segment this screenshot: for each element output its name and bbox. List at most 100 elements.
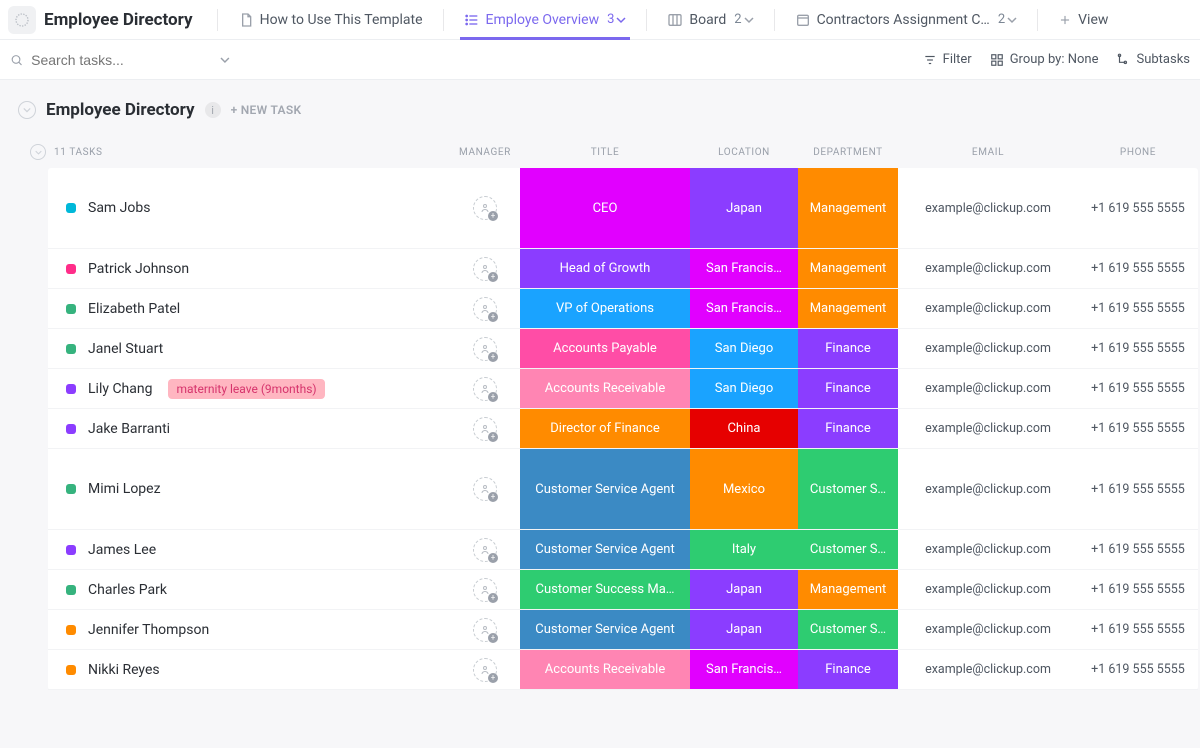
cell-email[interactable]: example@clickup.com — [898, 329, 1078, 368]
cell-location[interactable]: San Francis… — [690, 289, 798, 328]
table-row[interactable]: James Lee Customer Service Agent Italy C… — [48, 530, 1198, 570]
cell-location[interactable]: Mexico — [690, 449, 798, 529]
cell-name[interactable]: Mimi Lopez — [48, 449, 450, 529]
col-phone[interactable]: PHONE — [1078, 147, 1198, 158]
cell-title[interactable]: Customer Service Agent — [520, 449, 690, 529]
subtasks-button[interactable]: Subtasks — [1116, 52, 1190, 67]
cell-department[interactable]: Finance — [798, 369, 898, 408]
cell-name[interactable]: Elizabeth Patel — [48, 289, 450, 328]
cell-phone[interactable]: +1 619 555 5555 — [1078, 530, 1198, 569]
col-email[interactable]: EMAIL — [898, 147, 1078, 158]
cell-phone[interactable]: +1 619 555 5555 — [1078, 289, 1198, 328]
cell-email[interactable]: example@clickup.com — [898, 449, 1078, 529]
cell-name[interactable]: Sam Jobs — [48, 168, 450, 248]
cell-title[interactable]: Accounts Receivable — [520, 369, 690, 408]
cell-manager[interactable] — [450, 610, 520, 649]
cell-department[interactable]: Customer S… — [798, 610, 898, 649]
assign-manager-icon[interactable] — [473, 337, 497, 361]
assign-manager-icon[interactable] — [473, 578, 497, 602]
col-manager[interactable]: MANAGER — [450, 147, 520, 158]
assign-manager-icon[interactable] — [473, 377, 497, 401]
cell-department[interactable]: Management — [798, 289, 898, 328]
tab-employee-overview[interactable]: Employe Overview 3 — [454, 0, 637, 40]
search-input[interactable] — [31, 52, 212, 68]
assign-manager-icon[interactable] — [473, 658, 497, 682]
cell-email[interactable]: example@clickup.com — [898, 289, 1078, 328]
cell-title[interactable]: VP of Operations — [520, 289, 690, 328]
cell-title[interactable]: CEO — [520, 168, 690, 248]
assign-manager-icon[interactable] — [473, 618, 497, 642]
collapse-toggle[interactable] — [18, 101, 36, 119]
assign-manager-icon[interactable] — [473, 297, 497, 321]
cell-phone[interactable]: +1 619 555 5555 — [1078, 369, 1198, 408]
cell-email[interactable]: example@clickup.com — [898, 168, 1078, 248]
cell-location[interactable]: San Diego — [690, 329, 798, 368]
cell-location[interactable]: San Francis… — [690, 249, 798, 288]
chevron-down-icon[interactable] — [220, 54, 230, 66]
cell-phone[interactable]: +1 619 555 5555 — [1078, 570, 1198, 609]
cell-department[interactable]: Finance — [798, 409, 898, 448]
cell-location[interactable]: Japan — [690, 168, 798, 248]
col-department[interactable]: DEPARTMENT — [798, 147, 898, 158]
cell-location[interactable]: Japan — [690, 610, 798, 649]
cell-name[interactable]: Jake Barranti — [48, 409, 450, 448]
new-task-button[interactable]: + NEW TASK — [231, 103, 302, 117]
cell-name[interactable]: Charles Park — [48, 570, 450, 609]
expand-all-toggle[interactable] — [30, 144, 46, 160]
cell-department[interactable]: Customer S… — [798, 530, 898, 569]
cell-manager[interactable] — [450, 369, 520, 408]
cell-location[interactable]: China — [690, 409, 798, 448]
cell-manager[interactable] — [450, 329, 520, 368]
cell-manager[interactable] — [450, 289, 520, 328]
cell-title[interactable]: Director of Finance — [520, 409, 690, 448]
cell-department[interactable]: Management — [798, 249, 898, 288]
cell-manager[interactable] — [450, 168, 520, 248]
cell-title[interactable]: Customer Success Ma… — [520, 570, 690, 609]
cell-title[interactable]: Customer Service Agent — [520, 610, 690, 649]
col-title[interactable]: TITLE — [520, 147, 690, 158]
table-row[interactable]: Patrick Johnson Head of Growth San Franc… — [48, 249, 1198, 289]
cell-title[interactable]: Head of Growth — [520, 249, 690, 288]
assign-manager-icon[interactable] — [473, 477, 497, 501]
assign-manager-icon[interactable] — [473, 538, 497, 562]
assign-manager-icon[interactable] — [473, 257, 497, 281]
cell-location[interactable]: Japan — [690, 570, 798, 609]
cell-phone[interactable]: +1 619 555 5555 — [1078, 249, 1198, 288]
cell-phone[interactable]: +1 619 555 5555 — [1078, 168, 1198, 248]
table-row[interactable]: Jake Barranti Director of Finance China … — [48, 409, 1198, 449]
cell-manager[interactable] — [450, 570, 520, 609]
cell-phone[interactable]: +1 619 555 5555 — [1078, 650, 1198, 689]
cell-title[interactable]: Customer Service Agent — [520, 530, 690, 569]
cell-location[interactable]: San Francis… — [690, 650, 798, 689]
cell-email[interactable]: example@clickup.com — [898, 570, 1078, 609]
groupby-button[interactable]: Group by: None — [990, 52, 1099, 67]
cell-name[interactable]: Nikki Reyes — [48, 650, 450, 689]
tab-contractors[interactable]: Contractors Assignment C… 2 — [785, 0, 1028, 40]
cell-name[interactable]: Jennifer Thompson — [48, 610, 450, 649]
cell-phone[interactable]: +1 619 555 5555 — [1078, 449, 1198, 529]
cell-email[interactable]: example@clickup.com — [898, 610, 1078, 649]
add-view-button[interactable]: View — [1048, 12, 1118, 28]
cell-manager[interactable] — [450, 650, 520, 689]
cell-email[interactable]: example@clickup.com — [898, 249, 1078, 288]
cell-manager[interactable] — [450, 449, 520, 529]
cell-department[interactable]: Finance — [798, 650, 898, 689]
cell-manager[interactable] — [450, 530, 520, 569]
table-row[interactable]: Elizabeth Patel VP of Operations San Fra… — [48, 289, 1198, 329]
cell-name[interactable]: Patrick Johnson — [48, 249, 450, 288]
cell-phone[interactable]: +1 619 555 5555 — [1078, 409, 1198, 448]
table-row[interactable]: Lily Chang maternity leave (9months) Acc… — [48, 369, 1198, 409]
col-location[interactable]: LOCATION — [690, 147, 798, 158]
table-row[interactable]: Jennifer Thompson Customer Service Agent… — [48, 610, 1198, 650]
assign-manager-icon[interactable] — [473, 196, 497, 220]
cell-name[interactable]: Lily Chang maternity leave (9months) — [48, 369, 450, 408]
cell-email[interactable]: example@clickup.com — [898, 409, 1078, 448]
table-row[interactable]: Mimi Lopez Customer Service Agent Mexico… — [48, 449, 1198, 530]
cell-manager[interactable] — [450, 409, 520, 448]
table-row[interactable]: Nikki Reyes Accounts Receivable San Fran… — [48, 650, 1198, 690]
cell-title[interactable]: Accounts Receivable — [520, 650, 690, 689]
cell-department[interactable]: Customer S… — [798, 449, 898, 529]
table-row[interactable]: Janel Stuart Accounts Payable San Diego … — [48, 329, 1198, 369]
cell-email[interactable]: example@clickup.com — [898, 530, 1078, 569]
filter-button[interactable]: Filter — [923, 52, 972, 67]
